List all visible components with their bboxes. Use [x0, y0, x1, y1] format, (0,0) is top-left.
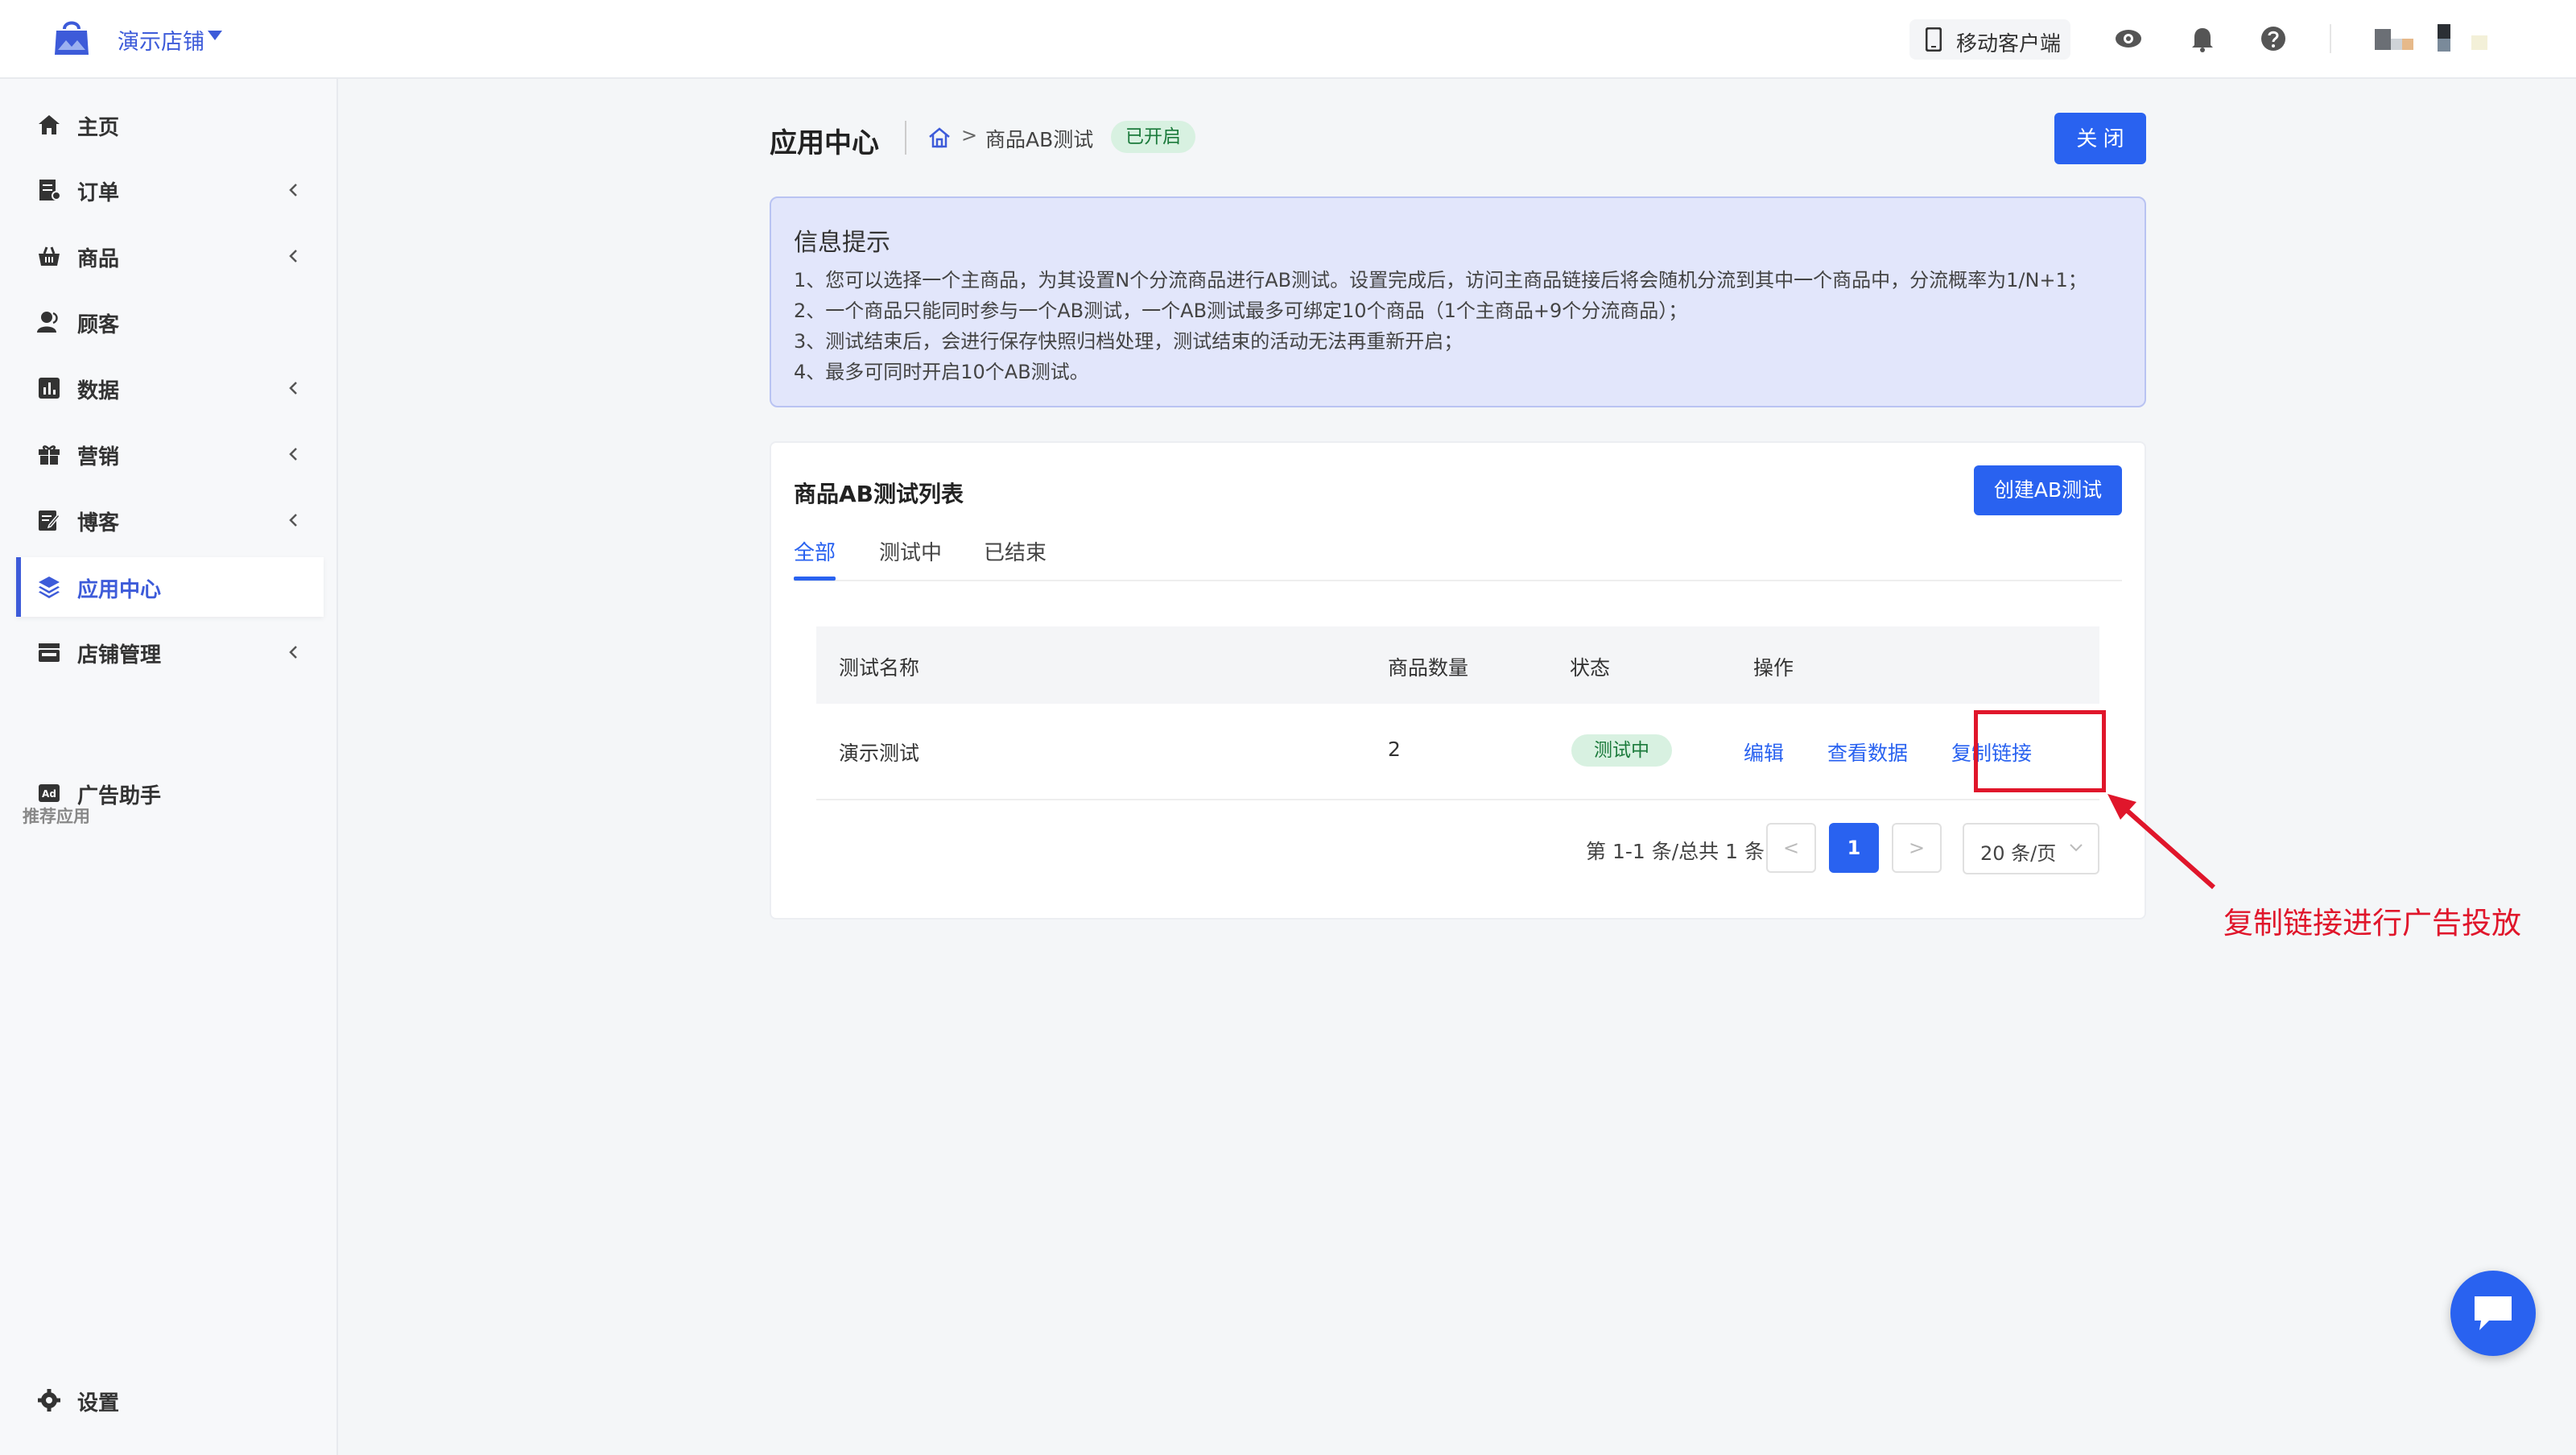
page-size-select[interactable]: 20 条/页	[1963, 823, 2099, 874]
pagination-next-button[interactable]: >	[1892, 823, 1942, 873]
layers-icon	[39, 577, 60, 598]
info-line: 4、最多可同时开启10个AB测试。	[794, 361, 1089, 383]
column-header-actions: 操作	[1753, 656, 1794, 680]
pagination-summary: 第 1-1 条/总共 1 条	[1586, 840, 1765, 863]
store-icon	[39, 643, 60, 662]
breadcrumb-separator: >	[961, 124, 978, 147]
status-badge: 已开启	[1111, 121, 1195, 153]
sidebar-item-ad-assistant[interactable]: Ad 广告助手	[16, 763, 324, 823]
top-bar: 演示店铺 移动客户端	[0, 0, 2576, 79]
page-size-value: 20 条/页	[1980, 842, 2057, 865]
create-ab-test-button[interactable]: 创建AB测试	[1974, 465, 2122, 515]
tab-active-indicator	[794, 577, 836, 581]
copy-link-highlight-box	[1974, 710, 2106, 792]
chevron-left-icon	[289, 646, 297, 659]
sidebar-item-store-management[interactable]: 店铺管理	[16, 622, 324, 682]
chat-bubble-icon	[2475, 1296, 2512, 1330]
tabs-divider	[794, 580, 2122, 581]
annotation-text: 复制链接进行广告投放	[2223, 906, 2521, 940]
sidebar-item-label: 主页	[77, 116, 120, 140]
test-name: 演示测试	[839, 742, 920, 765]
sidebar-item-label: 博客	[77, 511, 120, 535]
edit-note-icon	[39, 510, 61, 531]
sidebar-item-label: 广告助手	[77, 784, 162, 808]
column-header-count: 商品数量	[1388, 656, 1469, 680]
user-icon	[37, 312, 58, 333]
order-icon	[39, 180, 61, 200]
sidebar-item-label: 店铺管理	[77, 643, 162, 668]
chevron-left-icon	[289, 514, 297, 527]
pagination-prev-button[interactable]: <	[1766, 823, 1816, 873]
bell-icon[interactable]	[2188, 24, 2217, 53]
info-line: 2、一个商品只能同时参与一个AB测试，一个AB测试最多可绑定10个商品（1个主商…	[794, 300, 1688, 322]
view-data-link[interactable]: 查看数据	[1827, 738, 1908, 767]
sidebar-item-label: 商品	[77, 247, 120, 271]
mobile-client-label: 移动客户端	[1956, 32, 2062, 56]
status-badge: 测试中	[1571, 734, 1672, 767]
sidebar-item-orders[interactable]: 订单	[16, 160, 324, 220]
sidebar-item-label: 订单	[77, 181, 120, 205]
sidebar-item-label: 数据	[77, 379, 120, 403]
info-box: 信息提示 1、您可以选择一个主商品，为其设置N个分流商品进行AB测试。设置完成后…	[770, 196, 2146, 407]
product-count: 2	[1388, 738, 1401, 761]
sidebar-item-label: 营销	[77, 445, 120, 469]
column-header-status: 状态	[1570, 656, 1611, 680]
ad-icon: Ad	[39, 784, 60, 802]
sidebar-item-settings[interactable]: 设置	[16, 1370, 324, 1430]
eye-icon[interactable]	[2114, 24, 2143, 53]
sidebar-item-home[interactable]: 主页	[16, 95, 324, 155]
info-title: 信息提示	[794, 229, 890, 257]
chevron-left-icon	[289, 448, 297, 461]
svg-text:Ad: Ad	[42, 788, 56, 800]
edit-link[interactable]: 编辑	[1744, 738, 1784, 767]
basket-icon	[39, 246, 60, 266]
chevron-left-icon	[289, 184, 297, 196]
chevron-down-icon	[2070, 844, 2083, 852]
help-icon[interactable]	[2259, 24, 2288, 53]
sidebar-item-blog[interactable]: 博客	[16, 490, 324, 550]
tab-ended[interactable]: 已结束	[984, 536, 1046, 566]
chevron-left-icon	[289, 382, 297, 395]
sidebar-item-label: 设置	[77, 1391, 120, 1416]
info-line: 3、测试结束后，会进行保存快照归档处理，测试结束的活动无法再重新开启；	[794, 330, 1463, 353]
sidebar-item-label: 应用中心	[77, 578, 162, 602]
mobile-client-button[interactable]: 移动客户端	[1909, 19, 2070, 60]
page-header: 应用中心 > 商品AB测试 已开启	[770, 113, 2146, 163]
tab-all[interactable]: 全部	[794, 536, 836, 566]
gear-icon	[38, 1389, 60, 1412]
home-icon	[39, 115, 60, 134]
topbar-divider	[2330, 24, 2331, 53]
user-avatar[interactable]	[2372, 21, 2492, 58]
sidebar-item-data[interactable]: 数据	[16, 358, 324, 418]
header-divider	[905, 121, 906, 155]
sidebar-item-products[interactable]: 商品	[16, 226, 324, 286]
table-header: 测试名称 商品数量 状态 操作	[816, 626, 2099, 704]
page-title: 应用中心	[770, 127, 879, 159]
chevron-left-icon	[289, 250, 297, 262]
gift-icon	[39, 445, 60, 465]
ab-test-list-card: 商品AB测试列表 创建AB测试 全部 测试中 已结束 测试名称 商品数量 状态 …	[770, 441, 2146, 920]
home-icon[interactable]	[927, 126, 952, 150]
store-dropdown-icon[interactable]	[208, 31, 222, 40]
chat-support-button[interactable]	[2450, 1271, 2536, 1356]
store-logo-icon[interactable]	[53, 18, 90, 58]
close-button[interactable]: 关 闭	[2054, 113, 2146, 164]
pagination-page-1[interactable]: 1	[1829, 823, 1879, 873]
info-line: 1、您可以选择一个主商品，为其设置N个分流商品进行AB测试。设置完成后，访问主商…	[794, 269, 2087, 291]
table-row: 演示测试 2 测试中 编辑 查看数据 复制链接	[816, 704, 2106, 800]
store-name[interactable]: 演示店铺	[118, 24, 204, 56]
list-title: 商品AB测试列表	[794, 481, 964, 507]
sidebar-item-label: 顾客	[77, 313, 120, 337]
sidebar-item-customers[interactable]: 顾客	[16, 292, 324, 352]
sidebar: 主页 订单 商品 顾客 数据 营销 博客 应用中心 店铺管理 推荐应用 Ad 广…	[0, 79, 338, 1455]
sidebar-item-marketing[interactable]: 营销	[16, 424, 324, 484]
annotation-arrow-icon	[2107, 794, 2215, 890]
sidebar-item-app-center[interactable]: 应用中心	[16, 557, 324, 617]
column-header-name: 测试名称	[839, 656, 920, 680]
breadcrumb[interactable]: 商品AB测试	[985, 124, 1093, 153]
tab-testing[interactable]: 测试中	[879, 536, 942, 566]
chart-icon	[39, 378, 60, 399]
mobile-phone-icon	[1926, 27, 1942, 52]
